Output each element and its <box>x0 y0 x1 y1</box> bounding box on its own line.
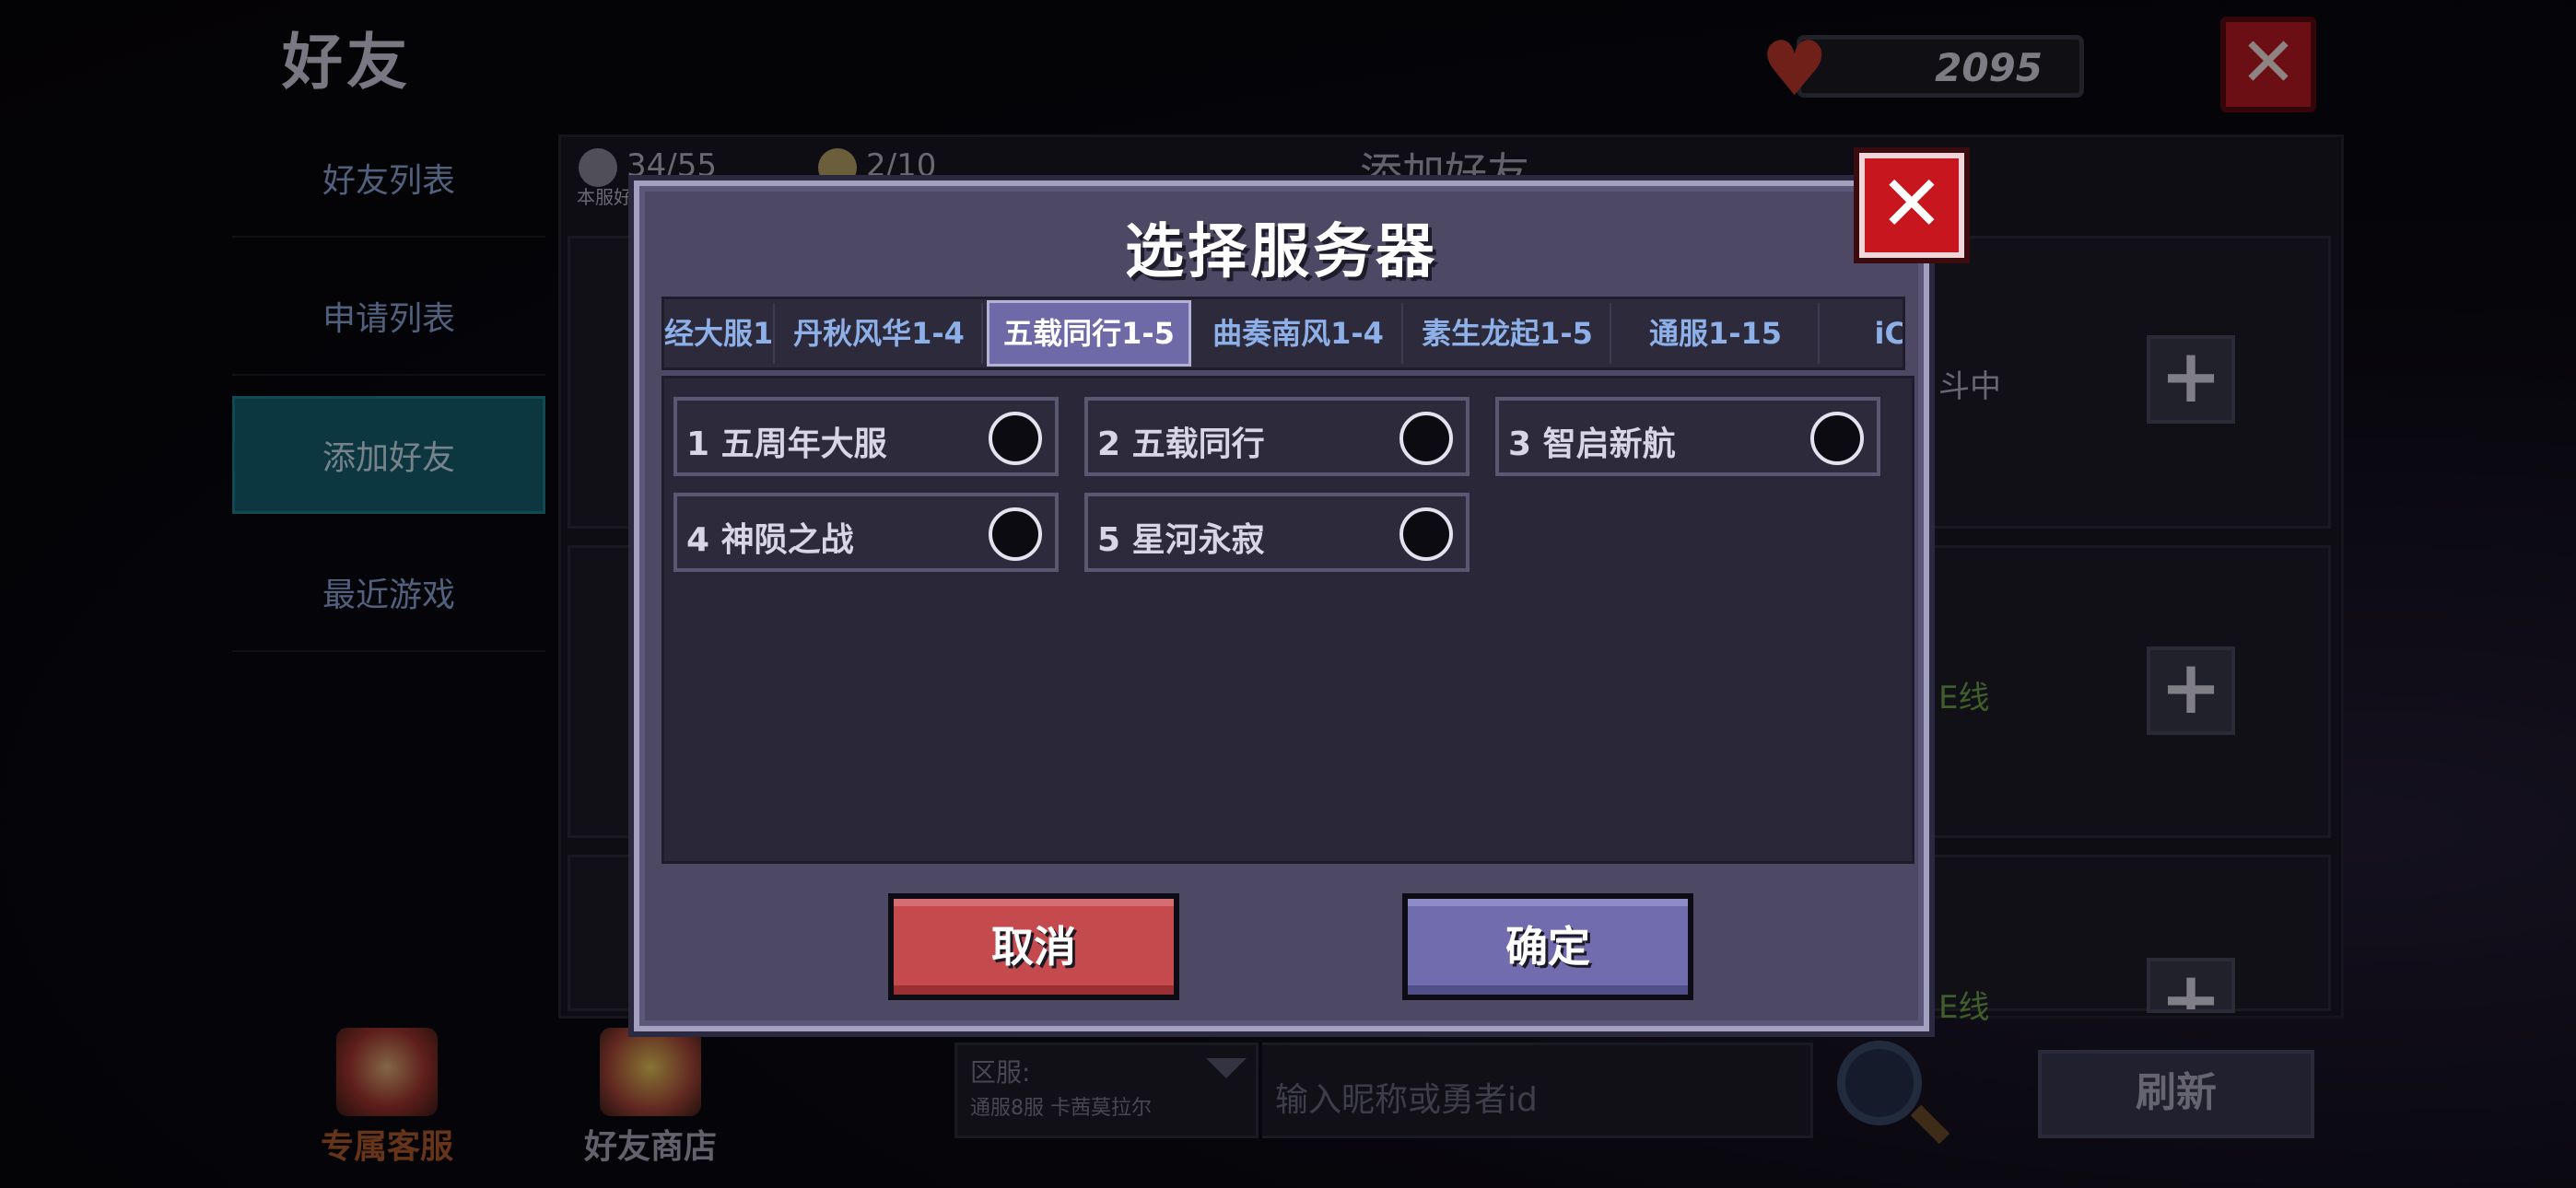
tab-server-group[interactable]: iC <box>1821 303 1903 364</box>
dialog-close-button[interactable]: ✕ <box>1859 153 1964 258</box>
server-option-label: 2 五载同行 <box>1097 425 1265 463</box>
server-option-label: 3 智启新航 <box>1508 425 1676 463</box>
server-option-label: 5 星河永寂 <box>1097 521 1265 559</box>
radio-button[interactable] <box>1399 507 1453 561</box>
server-group-tabs: 经大服1- 丹秋风华1-4 五载同行1-5 曲奏南风1-4 素生龙起1-5 通服… <box>662 297 1905 370</box>
server-option[interactable]: 1 五周年大服 <box>673 397 1059 476</box>
tab-server-group[interactable]: 素生龙起1-5 <box>1405 303 1611 364</box>
tab-server-group[interactable]: 丹秋风华1-4 <box>777 303 983 364</box>
radio-button[interactable] <box>1399 412 1453 465</box>
tab-server-group-active[interactable]: 五载同行1-5 <box>987 300 1191 367</box>
select-server-dialog: 选择服务器 ✕ 经大服1- 丹秋风华1-4 五载同行1-5 曲奏南风1-4 素生… <box>634 153 1964 1031</box>
server-option[interactable]: 3 智启新航 <box>1495 397 1880 476</box>
radio-button[interactable] <box>989 507 1042 561</box>
cancel-button[interactable]: 取消 <box>888 893 1179 1000</box>
server-option[interactable]: 5 星河永寂 <box>1084 493 1469 572</box>
server-option-label: 1 五周年大服 <box>686 425 887 463</box>
server-option-label: 4 神陨之战 <box>686 521 854 559</box>
server-option[interactable]: 2 五载同行 <box>1084 397 1469 476</box>
tab-server-group[interactable]: 通服1-15 <box>1613 303 1820 364</box>
radio-button[interactable] <box>1810 412 1864 465</box>
server-list: 1 五周年大服 2 五载同行 3 智启新航 4 神陨之战 5 星河永寂 <box>662 376 1914 864</box>
tab-server-group[interactable]: 曲奏南风1-4 <box>1195 303 1403 364</box>
tab-server-group[interactable]: 经大服1- <box>664 303 775 364</box>
server-option[interactable]: 4 神陨之战 <box>673 493 1059 572</box>
radio-button[interactable] <box>989 412 1042 465</box>
close-icon: ✕ <box>1879 158 1945 249</box>
confirm-button[interactable]: 确定 <box>1402 893 1693 1000</box>
dialog-title: 选择服务器 <box>1125 218 1438 286</box>
